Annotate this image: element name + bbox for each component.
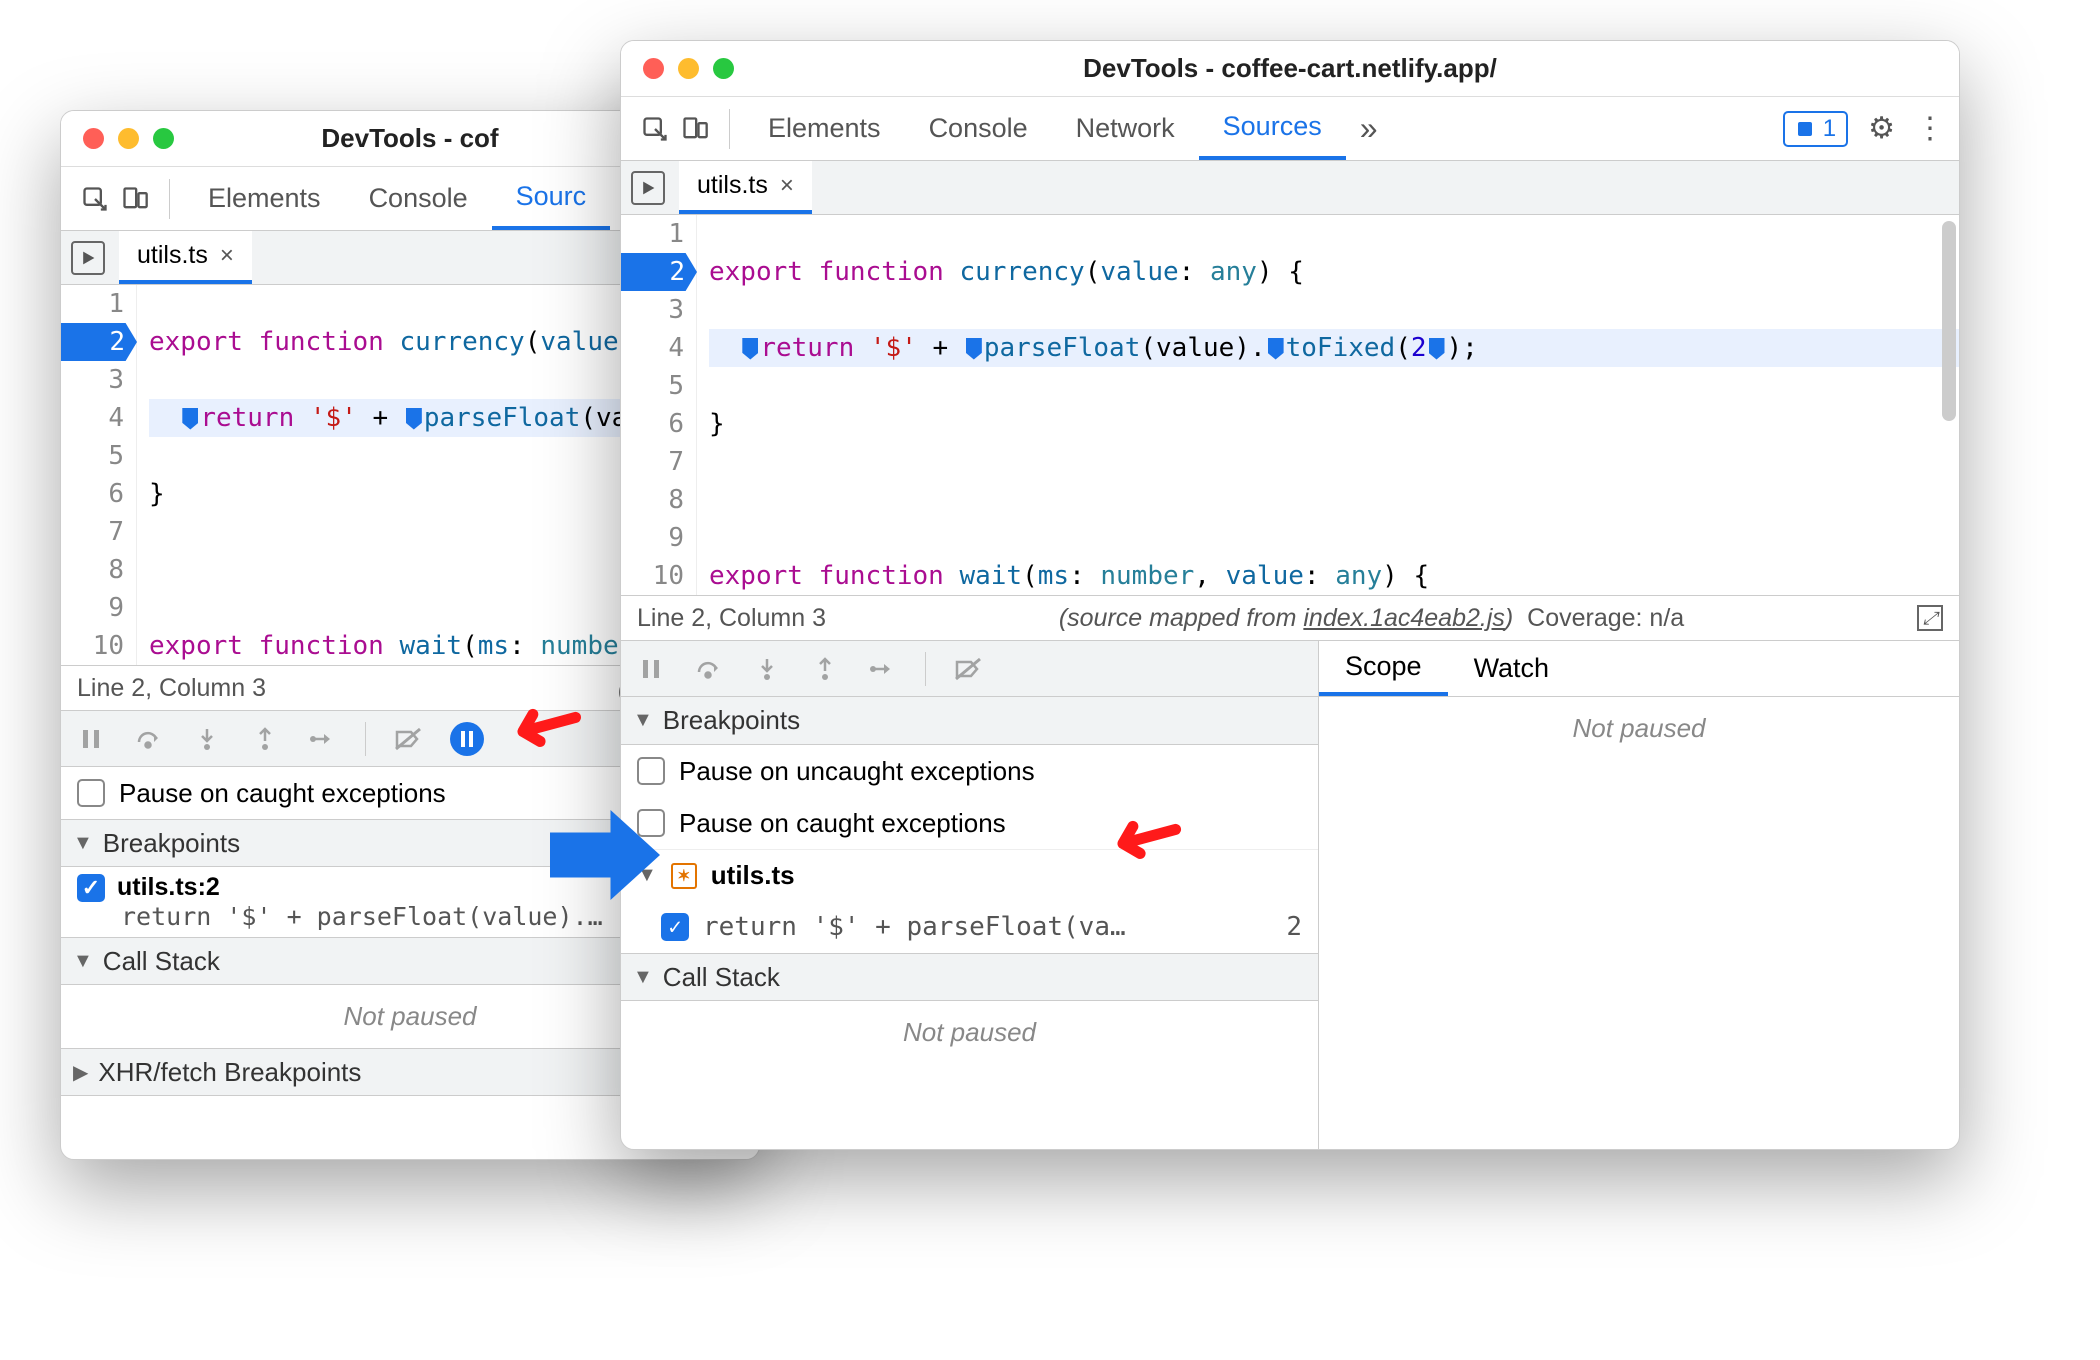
pause-uncaught-row: Pause on uncaught exceptions	[621, 745, 1318, 797]
pause-uncaught-label: Pause on uncaught exceptions	[679, 756, 1035, 787]
debugger-toolbar	[621, 641, 1318, 697]
tab-elements[interactable]: Elements	[744, 97, 905, 160]
close-icon[interactable]	[643, 58, 664, 79]
pause-icon[interactable]	[635, 653, 667, 685]
debugger-right-panel: Scope Watch Not paused	[1319, 641, 1959, 1149]
tab-console[interactable]: Console	[905, 97, 1052, 160]
window-title: DevTools - coffee-cart.netlify.app/	[621, 53, 1959, 84]
navigator-toggle-icon[interactable]	[71, 241, 105, 275]
line-gutter[interactable]: 1 2 3 4 5 6 7 8 9 10 11 12 13	[621, 215, 697, 595]
device-icon[interactable]	[675, 109, 715, 149]
file-tab-label: utils.ts	[697, 171, 768, 200]
step-into-icon[interactable]	[191, 723, 223, 755]
menu-icon[interactable]: ⋮	[1915, 111, 1945, 146]
issues-badge[interactable]: 1	[1783, 111, 1848, 147]
file-tab-utils[interactable]: utils.ts ×	[119, 231, 252, 284]
maximize-icon[interactable]	[713, 58, 734, 79]
line-gutter[interactable]: 1 2 3 4 5 6 7 8 9 10 11 12 13	[61, 285, 137, 665]
pause-exceptions-icon[interactable]	[450, 722, 484, 756]
pause-caught-checkbox[interactable]	[637, 809, 665, 837]
tab-sources[interactable]: Sourc	[492, 167, 611, 230]
file-tabs: utils.ts ×	[621, 161, 1959, 215]
code-content[interactable]: export function currency(value: any) { r…	[697, 215, 1959, 595]
devtools-window-right: DevTools - coffee-cart.netlify.app/ Elem…	[620, 40, 1960, 1150]
step-icon[interactable]	[307, 723, 339, 755]
expand-icon[interactable]: ⤢	[1917, 605, 1943, 631]
tab-elements[interactable]: Elements	[184, 167, 345, 230]
pause-caught-row: Pause on caught exceptions	[621, 797, 1318, 849]
code-editor[interactable]: 1 2 3 4 5 6 7 8 9 10 11 12 13 export fun…	[621, 215, 1959, 595]
step-into-icon[interactable]	[751, 653, 783, 685]
editor-statusbar: Line 2, Column 3 (source mapped from ind…	[621, 595, 1959, 641]
deactivate-breakpoints-icon[interactable]	[392, 723, 424, 755]
not-paused-label: Not paused	[621, 1001, 1318, 1064]
file-tab-utils[interactable]: utils.ts ×	[679, 161, 812, 214]
cursor-position: Line 2, Column 3	[637, 604, 826, 633]
breakpoint-marker[interactable]: 2	[61, 323, 137, 361]
breakpoint-item[interactable]: return '$' + parseFloat(va… 2	[621, 901, 1318, 953]
close-tab-icon[interactable]: ×	[220, 242, 234, 270]
js-file-icon: ✶	[671, 863, 697, 889]
breakpoints-header[interactable]: ▼Breakpoints	[621, 697, 1318, 745]
navigator-toggle-icon[interactable]	[631, 171, 665, 205]
settings-icon[interactable]: ⚙	[1868, 111, 1895, 146]
tab-sources[interactable]: Sources	[1199, 97, 1346, 160]
pause-caught-label: Pause on caught exceptions	[119, 778, 446, 809]
inspect-icon[interactable]	[75, 179, 115, 219]
debugger-left-panel: ▼Breakpoints Pause on uncaught exception…	[621, 641, 1319, 1149]
scope-watch-tabs: Scope Watch	[1319, 641, 1959, 697]
pause-uncaught-checkbox[interactable]	[637, 757, 665, 785]
close-icon[interactable]	[83, 128, 104, 149]
callstack-header[interactable]: ▼Call Stack	[621, 953, 1318, 1001]
panel-tabs: Elements Console Network Sources » 1 ⚙ ⋮	[621, 97, 1959, 161]
breakpoint-line-number: 2	[1286, 912, 1302, 942]
step-icon[interactable]	[867, 653, 899, 685]
tab-watch[interactable]: Watch	[1448, 641, 1576, 696]
step-out-icon[interactable]	[249, 723, 281, 755]
more-tabs-icon[interactable]: »	[1346, 110, 1392, 147]
titlebar: DevTools - coffee-cart.netlify.app/	[621, 41, 1959, 97]
coverage-label: Coverage: n/a	[1527, 604, 1684, 632]
cursor-position: Line 2, Column 3	[77, 674, 266, 703]
breakpoint-checkbox[interactable]	[661, 913, 689, 941]
breakpoint-marker[interactable]: 2	[621, 253, 697, 291]
pause-icon[interactable]	[75, 723, 107, 755]
breakpoint-checkbox[interactable]	[77, 874, 105, 902]
inspect-icon[interactable]	[635, 109, 675, 149]
sourcemap-info: (source mapped from index.1ac4eab2.js) C…	[1059, 604, 1684, 633]
pause-caught-label: Pause on caught exceptions	[679, 808, 1006, 839]
sourcemap-link[interactable]: index.1ac4eab2.js	[1303, 604, 1505, 632]
step-out-icon[interactable]	[809, 653, 841, 685]
tab-scope[interactable]: Scope	[1319, 641, 1448, 696]
breakpoint-group[interactable]: ▼ ✶ utils.ts	[621, 849, 1318, 901]
close-tab-icon[interactable]: ×	[780, 172, 794, 200]
step-over-icon[interactable]	[693, 653, 725, 685]
file-tab-label: utils.ts	[137, 241, 208, 270]
minimize-icon[interactable]	[678, 58, 699, 79]
minimize-icon[interactable]	[118, 128, 139, 149]
scrollbar[interactable]	[1942, 221, 1956, 421]
scope-not-paused: Not paused	[1319, 697, 1959, 760]
step-over-icon[interactable]	[133, 723, 165, 755]
pause-caught-checkbox[interactable]	[77, 779, 105, 807]
tab-network[interactable]: Network	[1052, 97, 1199, 160]
tab-console[interactable]: Console	[345, 167, 492, 230]
deactivate-breakpoints-icon[interactable]	[952, 653, 984, 685]
maximize-icon[interactable]	[153, 128, 174, 149]
device-icon[interactable]	[115, 179, 155, 219]
